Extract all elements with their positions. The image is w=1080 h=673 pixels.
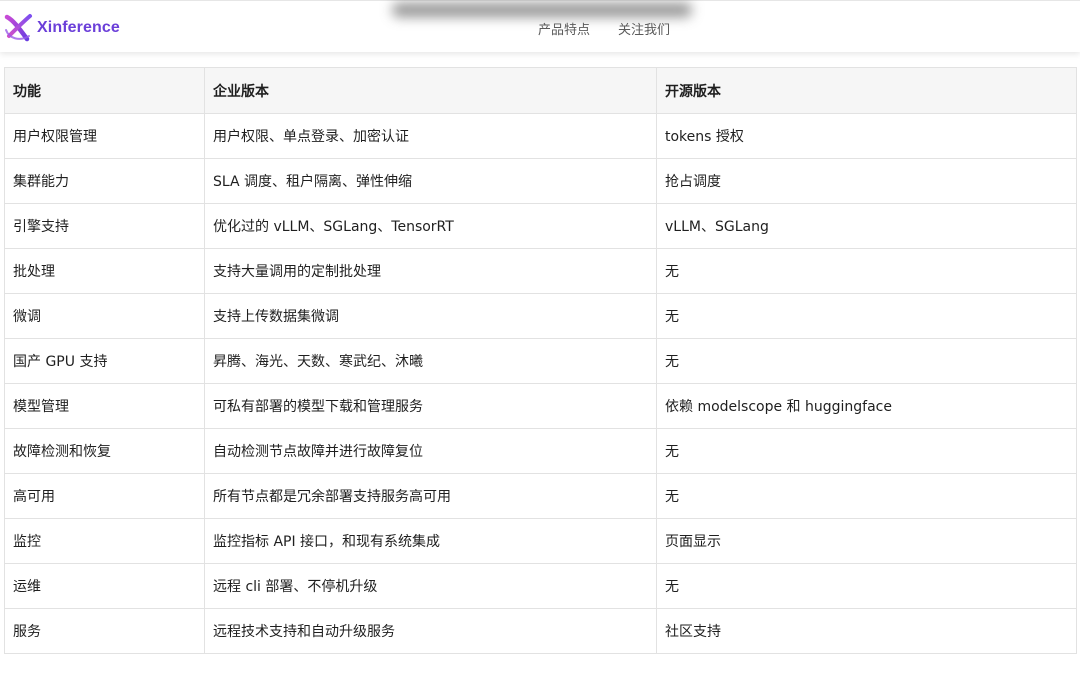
cell-feature: 运维 — [4, 563, 205, 609]
nav-link-follow-us[interactable]: 关注我们 — [618, 19, 670, 38]
cell-opensource: 无 — [656, 428, 1077, 474]
cell-enterprise: 远程 cli 部署、不停机升级 — [204, 563, 657, 609]
header-feature: 功能 — [4, 67, 205, 114]
cell-opensource: tokens 授权 — [656, 113, 1077, 159]
table-row: 集群能力 SLA 调度、租户隔离、弹性伸缩 抢占调度 — [4, 158, 1077, 204]
cell-enterprise: 优化过的 vLLM、SGLang、TensorRT — [204, 203, 657, 249]
table-row: 高可用 所有节点都是冗余部署支持服务高可用 无 — [4, 473, 1077, 519]
cell-opensource: 页面显示 — [656, 518, 1077, 564]
cell-feature: 服务 — [4, 608, 205, 654]
xinference-logo-icon — [4, 14, 32, 42]
feature-comparison-table: 功能 企业版本 开源版本 用户权限管理 用户权限、单点登录、加密认证 token… — [4, 67, 1077, 654]
header-enterprise: 企业版本 — [204, 67, 657, 114]
nav-link-product-features[interactable]: 产品特点 — [538, 19, 590, 38]
table-row: 监控 监控指标 API 接口，和现有系统集成 页面显示 — [4, 518, 1077, 564]
cell-feature: 用户权限管理 — [4, 113, 205, 159]
cell-opensource: 无 — [656, 293, 1077, 339]
cell-opensource: 社区支持 — [656, 608, 1077, 654]
cell-feature: 高可用 — [4, 473, 205, 519]
cell-enterprise: 自动检测节点故障并进行故障复位 — [204, 428, 657, 474]
table-row: 引擎支持 优化过的 vLLM、SGLang、TensorRT vLLM、SGLa… — [4, 203, 1077, 249]
table-row: 故障检测和恢复 自动检测节点故障并进行故障复位 无 — [4, 428, 1077, 474]
cell-enterprise: 远程技术支持和自动升级服务 — [204, 608, 657, 654]
table-row: 批处理 支持大量调用的定制批处理 无 — [4, 248, 1077, 294]
cell-opensource: 无 — [656, 338, 1077, 384]
cell-opensource: 无 — [656, 248, 1077, 294]
table-header-row: 功能 企业版本 开源版本 — [4, 67, 1077, 114]
cell-opensource: 抢占调度 — [656, 158, 1077, 204]
table-row: 服务 远程技术支持和自动升级服务 社区支持 — [4, 608, 1077, 654]
cell-enterprise: SLA 调度、租户隔离、弹性伸缩 — [204, 158, 657, 204]
cell-enterprise: 监控指标 API 接口，和现有系统集成 — [204, 518, 657, 564]
table-row: 模型管理 可私有部署的模型下载和管理服务 依赖 modelscope 和 hug… — [4, 383, 1077, 429]
table-row: 微调 支持上传数据集微调 无 — [4, 293, 1077, 339]
cell-enterprise: 所有节点都是冗余部署支持服务高可用 — [204, 473, 657, 519]
cell-feature: 引擎支持 — [4, 203, 205, 249]
cell-enterprise: 用户权限、单点登录、加密认证 — [204, 113, 657, 159]
top-navbar: Xinference 产品特点 关注我们 — [0, 0, 1080, 52]
cell-enterprise: 支持大量调用的定制批处理 — [204, 248, 657, 294]
table-row: 用户权限管理 用户权限、单点登录、加密认证 tokens 授权 — [4, 113, 1077, 159]
comparison-table-container: 功能 企业版本 开源版本 用户权限管理 用户权限、单点登录、加密认证 token… — [4, 67, 1077, 654]
brand-name: Xinference — [37, 19, 120, 36]
cell-opensource: 无 — [656, 563, 1077, 609]
cell-feature: 微调 — [4, 293, 205, 339]
cell-opensource: vLLM、SGLang — [656, 203, 1077, 249]
cell-feature: 模型管理 — [4, 383, 205, 429]
cell-feature: 集群能力 — [4, 158, 205, 204]
blurred-banner — [392, 3, 692, 17]
cell-feature: 批处理 — [4, 248, 205, 294]
nav-links: 产品特点 关注我们 — [538, 19, 698, 38]
header-opensource: 开源版本 — [656, 67, 1077, 114]
cell-enterprise: 支持上传数据集微调 — [204, 293, 657, 339]
cell-feature: 监控 — [4, 518, 205, 564]
brand-logo-link[interactable]: Xinference — [3, 12, 120, 44]
table-row: 运维 远程 cli 部署、不停机升级 无 — [4, 563, 1077, 609]
cell-enterprise: 昇腾、海光、天数、寒武纪、沐曦 — [204, 338, 657, 384]
cell-opensource: 依赖 modelscope 和 huggingface — [656, 383, 1077, 429]
cell-enterprise: 可私有部署的模型下载和管理服务 — [204, 383, 657, 429]
cell-feature: 故障检测和恢复 — [4, 428, 205, 474]
cell-feature: 国产 GPU 支持 — [4, 338, 205, 384]
cell-opensource: 无 — [656, 473, 1077, 519]
table-row: 国产 GPU 支持 昇腾、海光、天数、寒武纪、沐曦 无 — [4, 338, 1077, 384]
